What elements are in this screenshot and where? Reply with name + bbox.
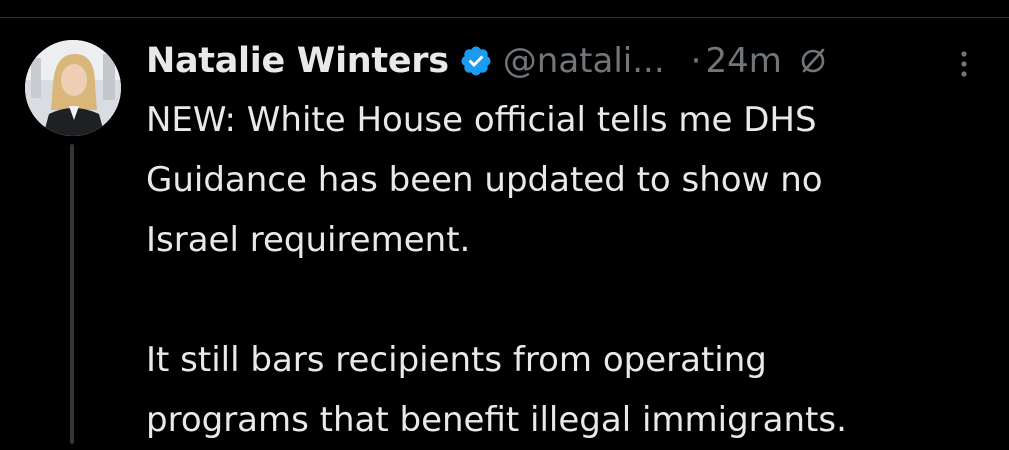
tweet-text-line: NEW: White House official tells me DHS bbox=[146, 100, 817, 140]
tweet-text-line: It still bars recipients from operating bbox=[146, 340, 767, 380]
avatar[interactable] bbox=[25, 40, 121, 136]
tweet-header: Natalie Winters @natali... · 24m bbox=[146, 36, 830, 86]
timestamp[interactable]: 24m bbox=[705, 41, 781, 81]
tweet-text: NEW: White House official tells me DHS G… bbox=[146, 90, 996, 450]
tweet-text-line: Guidance has been updated to show no bbox=[146, 160, 823, 200]
more-options-icon[interactable] bbox=[952, 46, 976, 82]
verified-badge-icon bbox=[459, 44, 493, 78]
author-display-name[interactable]: Natalie Winters bbox=[146, 41, 449, 81]
separator-dot: · bbox=[690, 41, 702, 81]
author-handle[interactable]: @natali... bbox=[503, 41, 665, 81]
thread-line bbox=[70, 144, 74, 444]
tweet-text-line: programs that benefit illegal immigrants… bbox=[146, 400, 847, 440]
top-divider bbox=[0, 0, 1009, 18]
profile-photo-icon bbox=[25, 40, 121, 136]
tweet-text-line: Israel requirement. bbox=[146, 220, 471, 260]
reply-restricted-icon bbox=[796, 44, 830, 78]
